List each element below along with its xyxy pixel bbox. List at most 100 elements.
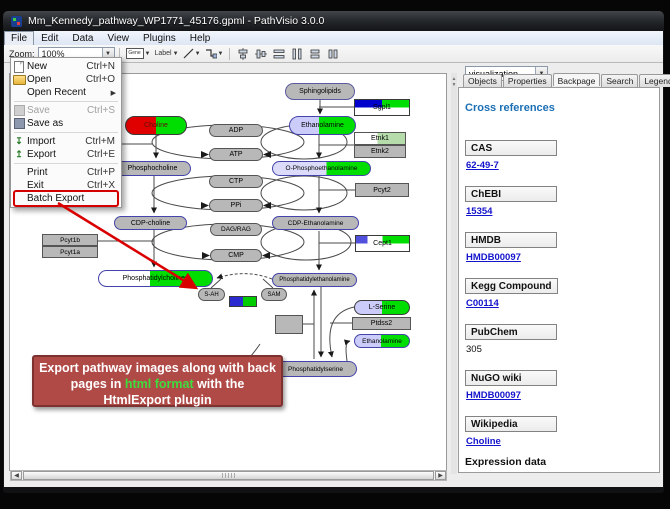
pathway-node-ethanolamine[interactable]: Ethanolamine <box>289 116 356 135</box>
xref-database-header: CAS <box>465 140 557 156</box>
pathway-node-pcyt2[interactable]: Pcyt2 <box>355 183 409 197</box>
pathway-node-ctp[interactable]: CTP <box>209 175 263 188</box>
pathway-node-phosphatidylserine[interactable]: Phosphatidylserine <box>274 361 357 377</box>
distribute-horizontal-button[interactable] <box>271 46 287 61</box>
menubar-item-plugins[interactable]: Plugins <box>136 32 183 45</box>
toolbar-separator <box>229 48 230 60</box>
label-tool-button[interactable]: Label ▼ <box>153 46 179 61</box>
scrollbar-thumb[interactable] <box>23 471 434 480</box>
chevron-down-icon[interactable]: ▼ <box>195 51 201 57</box>
pathway-node-etnk1[interactable]: Etnk1 <box>354 132 406 145</box>
menu-item-label: New <box>27 61 47 72</box>
align-middle-button[interactable] <box>253 46 269 61</box>
tab-search[interactable]: Search <box>601 74 638 87</box>
pathway-node-l-serine[interactable]: L-Serine <box>354 300 410 315</box>
file-menu-item-print[interactable]: PrintCtrl+P <box>11 166 121 179</box>
pathway-node-phosphocholine[interactable]: Phosphocholine <box>114 161 191 176</box>
menubar-item-data[interactable]: Data <box>65 32 100 45</box>
app-icon <box>11 16 22 27</box>
menubar-item-help[interactable]: Help <box>183 32 218 45</box>
menu-item-shortcut: Ctrl+O <box>86 74 115 85</box>
tab-backpage[interactable]: Backpage <box>553 73 601 86</box>
pathway-node-phosphatidylcholines[interactable]: Phosphatidylcholines <box>98 270 213 287</box>
pathway-node-ethanolamine[interactable]: Ethanolamine <box>354 334 410 348</box>
pathway-node-pcyt1a[interactable]: Pcyt1a <box>42 246 98 258</box>
xref-link[interactable]: HMDB00097 <box>466 252 653 263</box>
highlighted-text: html format <box>125 377 194 391</box>
xref-link[interactable]: HMDB00097 <box>466 390 653 401</box>
pathway-node-ptdss2[interactable]: Ptdss2 <box>352 317 411 330</box>
gene-tool-button[interactable]: Gene ▼ <box>125 46 152 61</box>
align-center-button[interactable] <box>235 46 251 61</box>
pathway-node-phosphatidylethanolamine[interactable]: Phosphatidylethanolamine <box>272 273 357 287</box>
chevron-down-icon[interactable]: ▼ <box>218 51 224 57</box>
menu-item-label: Open <box>27 74 51 85</box>
xref-database-header: NuGO wiki <box>465 370 557 386</box>
menubar-item-file[interactable]: File <box>4 31 34 45</box>
batch-export-highlight-box <box>13 190 119 207</box>
xref-value: 305 <box>466 344 653 355</box>
xref-link[interactable]: C00114 <box>466 298 653 309</box>
tab-properties[interactable]: Properties <box>503 74 552 87</box>
xref-link[interactable]: 15354 <box>466 206 653 217</box>
pathway-node-etnk2[interactable]: Etnk2 <box>354 145 406 158</box>
pathway-node-cmp[interactable]: CMP <box>210 249 262 262</box>
scroll-left-arrow-icon[interactable]: ◀ <box>11 471 22 480</box>
pathway-node-o-phosphoethanolamine[interactable]: O-Phosphoethanolamine <box>272 161 371 176</box>
connector-tool-button[interactable]: ▼ <box>204 46 225 61</box>
menubar-item-edit[interactable]: Edit <box>34 32 65 45</box>
xref-section-pubchem: PubChem305 <box>465 322 653 355</box>
pathway-node-sam[interactable]: SAM <box>261 288 287 301</box>
pathway-node-ppi[interactable]: PPi <box>209 199 263 212</box>
chevron-down-icon[interactable]: ▼ <box>145 51 151 57</box>
stack-horizontal-button[interactable] <box>325 46 341 61</box>
scroll-right-arrow-icon[interactable]: ▶ <box>435 471 446 480</box>
pathway-node-cdp-choline[interactable]: CDP-choline <box>114 216 187 230</box>
menu-item-shortcut: Ctrl+P <box>87 167 115 178</box>
tab-objects[interactable]: Objects <box>463 74 502 87</box>
file-menu-item-open[interactable]: Open Ctrl+O <box>11 73 121 86</box>
canvas-horizontal-scrollbar[interactable]: ◀ ▶ <box>10 470 447 481</box>
pathway-node-unlabeled[interactable] <box>229 296 257 307</box>
file-menu-item-batch-export[interactable]: Batch Export <box>11 192 121 205</box>
pathway-node-unlabeled[interactable] <box>275 315 303 334</box>
chevron-down-icon[interactable]: ▼ <box>173 51 179 57</box>
tab-legend[interactable]: Legend <box>639 74 670 87</box>
pathway-node-pcyt1b[interactable]: Pcyt1b <box>42 234 98 246</box>
label-tool-icon: Label <box>154 50 171 57</box>
file-menu-item-import[interactable]: ↧ImportCtrl+M <box>11 135 121 148</box>
align-middle-icon <box>255 48 267 60</box>
pathway-node-cdp-ethanolamine[interactable]: CDP-Ethanolamine <box>272 216 359 230</box>
pathway-node-dag-rag[interactable]: DAG/RAG <box>210 223 262 236</box>
file-menu-item-open-recent[interactable]: Open Recent▶ <box>11 86 121 99</box>
line-icon <box>183 48 194 59</box>
pathway-node-choline[interactable]: Choline <box>125 116 187 135</box>
panel-splitter[interactable]: ▲▼ <box>451 73 457 474</box>
pathway-node-sgpl1[interactable]: Sgpl1 <box>354 99 410 116</box>
menubar-item-view[interactable]: View <box>100 32 136 45</box>
line-tool-button[interactable]: ▼ <box>182 46 202 61</box>
xref-database-header: Wikipedia <box>465 416 557 432</box>
xref-database-header: ChEBI <box>465 186 557 202</box>
distribute-vertical-button[interactable] <box>289 46 305 61</box>
pathway-node-atp[interactable]: ATP <box>209 148 263 161</box>
xref-section-nugo-wiki: NuGO wiki HMDB00097 <box>465 368 653 401</box>
sidebar-tabs: ObjectsPropertiesBackpageSearchLegend <box>463 74 670 87</box>
file-menu-item-save-as[interactable]: Save as <box>11 117 121 130</box>
distribute-vertical-icon <box>291 48 303 60</box>
backpage-panel: Cross references CAS62-49-7ChEBI15354HMD… <box>458 87 660 473</box>
pathway-node-adp[interactable]: ADP <box>209 124 263 137</box>
menu-item-label: Open Recent <box>27 87 86 98</box>
file-menu-item-new[interactable]: New Ctrl+N <box>11 60 121 73</box>
title-bar[interactable]: Mm_Kennedy_pathway_WP1771_45176.gpml - P… <box>3 11 664 31</box>
menu-item-shortcut: Ctrl+N <box>86 61 115 72</box>
menu-item-label: Save <box>27 105 50 116</box>
stack-vertical-button[interactable] <box>307 46 323 61</box>
xref-link[interactable]: Choline <box>466 436 653 447</box>
file-menu-item-export[interactable]: ↥ExportCtrl+E <box>11 148 121 161</box>
pathway-node-cept1[interactable]: Cept1 <box>355 235 410 252</box>
pathway-node-sphingolipids[interactable]: Sphingolipids <box>285 83 355 100</box>
xref-link[interactable]: 62-49-7 <box>466 160 653 171</box>
pathway-node-s-ah[interactable]: S-AH <box>198 288 225 301</box>
file-menu-item-save: SaveCtrl+S <box>11 104 121 117</box>
